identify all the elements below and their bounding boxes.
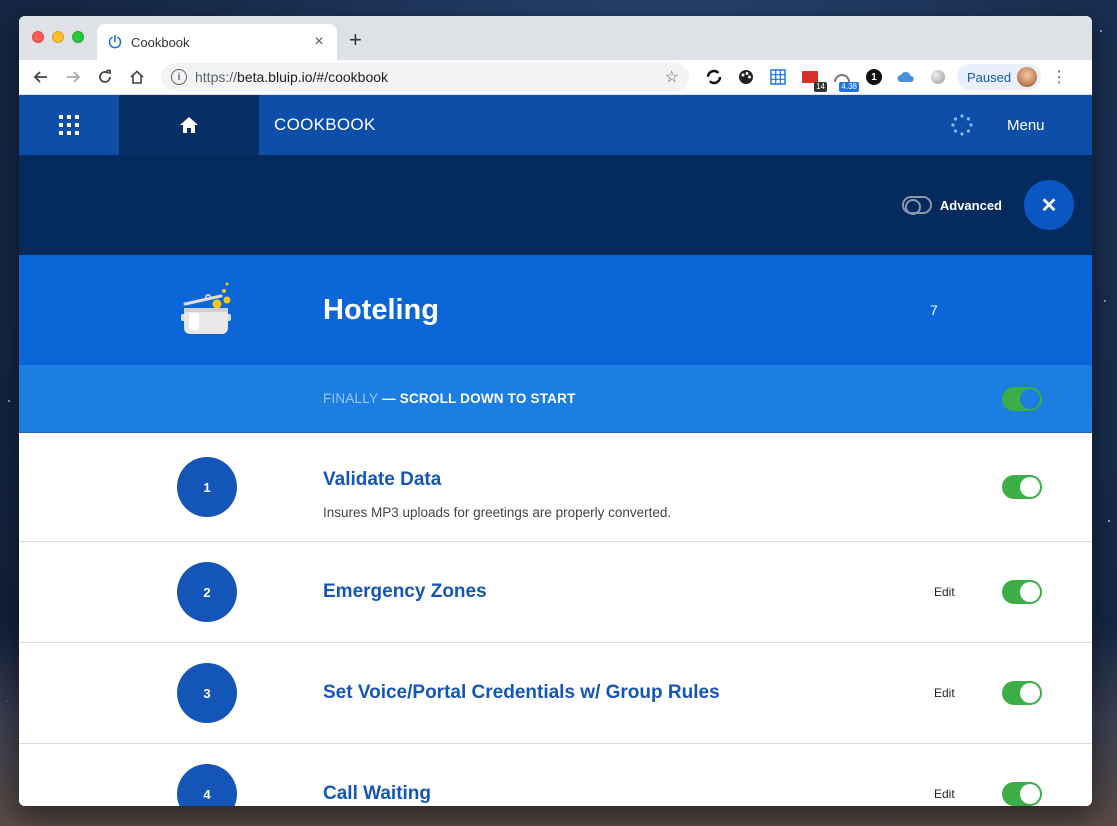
window-controls bbox=[32, 31, 84, 43]
tab-close-icon[interactable]: × bbox=[311, 33, 327, 51]
app-header: COOKBOOK Menu bbox=[19, 95, 1092, 155]
mail-extension-icon[interactable]: 14 bbox=[799, 66, 827, 92]
step-row: 3 Set Voice/Portal Credentials w/ Group … bbox=[19, 643, 1092, 744]
close-button[interactable]: ✕ bbox=[1024, 180, 1074, 230]
step-edit-link[interactable]: Edit bbox=[934, 585, 1002, 599]
step-toggle[interactable] bbox=[1002, 580, 1042, 604]
onepassword-extension-icon[interactable]: 1 bbox=[863, 66, 885, 88]
reload-icon bbox=[99, 69, 111, 83]
finally-instruction: — SCROLL DOWN TO START bbox=[378, 391, 576, 406]
step-number-badge: 4 bbox=[177, 764, 237, 806]
step-body: Set Voice/Portal Credentials w/ Group Ru… bbox=[323, 682, 934, 704]
step-row: 4 Call Waiting Edit bbox=[19, 744, 1092, 806]
power-icon bbox=[108, 34, 122, 49]
step-toggle[interactable] bbox=[1002, 475, 1042, 499]
home-nav-button[interactable] bbox=[119, 95, 259, 155]
step-body: Call Waiting bbox=[323, 783, 934, 805]
step-description: Insures MP3 uploads for greetings are pr… bbox=[323, 504, 672, 520]
url-text: https://beta.bluip.io/#/cookbook bbox=[195, 69, 389, 85]
step-number-col: 1 bbox=[19, 457, 323, 517]
step-title[interactable]: Validate Data bbox=[323, 469, 934, 491]
apps-grid-button[interactable] bbox=[19, 95, 119, 155]
home-button[interactable] bbox=[125, 65, 149, 89]
new-tab-button[interactable]: + bbox=[349, 29, 362, 51]
browser-toolbar: i https://beta.bluip.io/#/cookbook ☆ 14 … bbox=[19, 60, 1092, 95]
recipe-header: Hoteling 7 bbox=[19, 255, 1092, 365]
options-bar: Advanced ✕ bbox=[19, 155, 1092, 255]
step-number-col: 4 bbox=[19, 764, 323, 806]
mail-badge: 14 bbox=[814, 82, 827, 92]
cloud-extension-icon[interactable] bbox=[895, 66, 917, 88]
apps-grid-icon bbox=[59, 115, 79, 135]
step-number-badge: 3 bbox=[177, 663, 237, 723]
step-number-col: 3 bbox=[19, 663, 323, 723]
speedometer-extension-icon[interactable]: 4.38 bbox=[831, 66, 859, 92]
minimize-window-button[interactable] bbox=[52, 31, 64, 43]
step-toggle[interactable] bbox=[1002, 681, 1042, 705]
recipe-step-count: 7 bbox=[930, 302, 938, 318]
address-bar[interactable]: i https://beta.bluip.io/#/cookbook ☆ bbox=[161, 63, 689, 91]
finally-toggle[interactable] bbox=[1002, 386, 1042, 411]
palette-extension-icon[interactable] bbox=[735, 66, 757, 88]
avatar bbox=[1017, 67, 1038, 87]
profile-status: Paused bbox=[967, 69, 1012, 85]
onepassword-badge: 1 bbox=[866, 69, 882, 85]
steps-list: 1 Validate Data Insures MP3 uploads for … bbox=[19, 433, 1092, 806]
step-body: Emergency Zones bbox=[323, 581, 934, 603]
tab-strip: Cookbook × + bbox=[19, 16, 1092, 60]
extensions-area: 14 4.38 1 bbox=[703, 66, 949, 92]
more-vertical-icon[interactable]: ⋮ bbox=[1051, 67, 1067, 87]
home-outline-icon bbox=[130, 70, 144, 84]
step-toggle-slot bbox=[1002, 681, 1092, 705]
step-title[interactable]: Emergency Zones bbox=[323, 581, 934, 603]
step-title[interactable]: Call Waiting bbox=[323, 783, 934, 805]
step-edit-link[interactable]: Edit bbox=[934, 787, 1002, 801]
step-title[interactable]: Set Voice/Portal Credentials w/ Group Ru… bbox=[323, 682, 934, 704]
finally-bar: FINALLY — SCROLL DOWN TO START bbox=[19, 365, 1092, 433]
step-toggle-slot bbox=[1002, 580, 1092, 604]
grid-extension-icon[interactable] bbox=[767, 66, 789, 88]
speed-badge: 4.38 bbox=[839, 82, 859, 92]
cooking-pot-icon bbox=[19, 280, 323, 340]
step-toggle-slot bbox=[1002, 782, 1092, 806]
step-row: 2 Emergency Zones Edit bbox=[19, 542, 1092, 643]
close-icon: ✕ bbox=[1040, 194, 1058, 217]
tab-title: Cookbook bbox=[131, 34, 190, 50]
menu-button[interactable]: Menu bbox=[992, 95, 1092, 155]
circle-extension-icon[interactable] bbox=[927, 66, 949, 88]
back-button[interactable] bbox=[29, 65, 53, 89]
step-number-col: 2 bbox=[19, 562, 323, 622]
loading-dots-icon bbox=[932, 95, 992, 155]
page-title: COOKBOOK bbox=[274, 115, 376, 134]
forward-button[interactable] bbox=[61, 65, 85, 89]
step-number-badge: 2 bbox=[177, 562, 237, 622]
info-icon[interactable]: i bbox=[171, 69, 187, 85]
sync-extension-icon[interactable] bbox=[703, 66, 725, 88]
step-edit-link[interactable]: Edit bbox=[934, 686, 1002, 700]
browser-tab[interactable]: Cookbook × bbox=[97, 24, 337, 60]
home-icon bbox=[180, 117, 198, 133]
close-window-button[interactable] bbox=[32, 31, 44, 43]
finally-prefix: FINALLY bbox=[323, 391, 379, 406]
bookmark-star-icon[interactable]: ☆ bbox=[665, 67, 679, 87]
reload-button[interactable] bbox=[93, 65, 117, 89]
advanced-toggle[interactable] bbox=[901, 196, 932, 215]
finally-toggle-slot bbox=[1002, 386, 1092, 411]
step-body: Validate Data Insures MP3 uploads for gr… bbox=[323, 455, 934, 520]
step-number-badge: 1 bbox=[177, 457, 237, 517]
step-toggle[interactable] bbox=[1002, 782, 1042, 806]
step-toggle-slot bbox=[1002, 475, 1092, 499]
browser-window: Cookbook × + i https://beta.bluip.io/#/c… bbox=[19, 16, 1092, 806]
recipe-title: Hoteling bbox=[323, 293, 439, 326]
arrow-right-icon bbox=[67, 71, 81, 83]
finally-text: FINALLY — SCROLL DOWN TO START bbox=[323, 391, 1002, 406]
arrow-left-icon bbox=[33, 71, 47, 83]
step-row: 1 Validate Data Insures MP3 uploads for … bbox=[19, 433, 1092, 542]
profile-button[interactable]: Paused bbox=[957, 64, 1042, 90]
advanced-label: Advanced bbox=[939, 197, 1002, 213]
zoom-window-button[interactable] bbox=[72, 31, 84, 43]
